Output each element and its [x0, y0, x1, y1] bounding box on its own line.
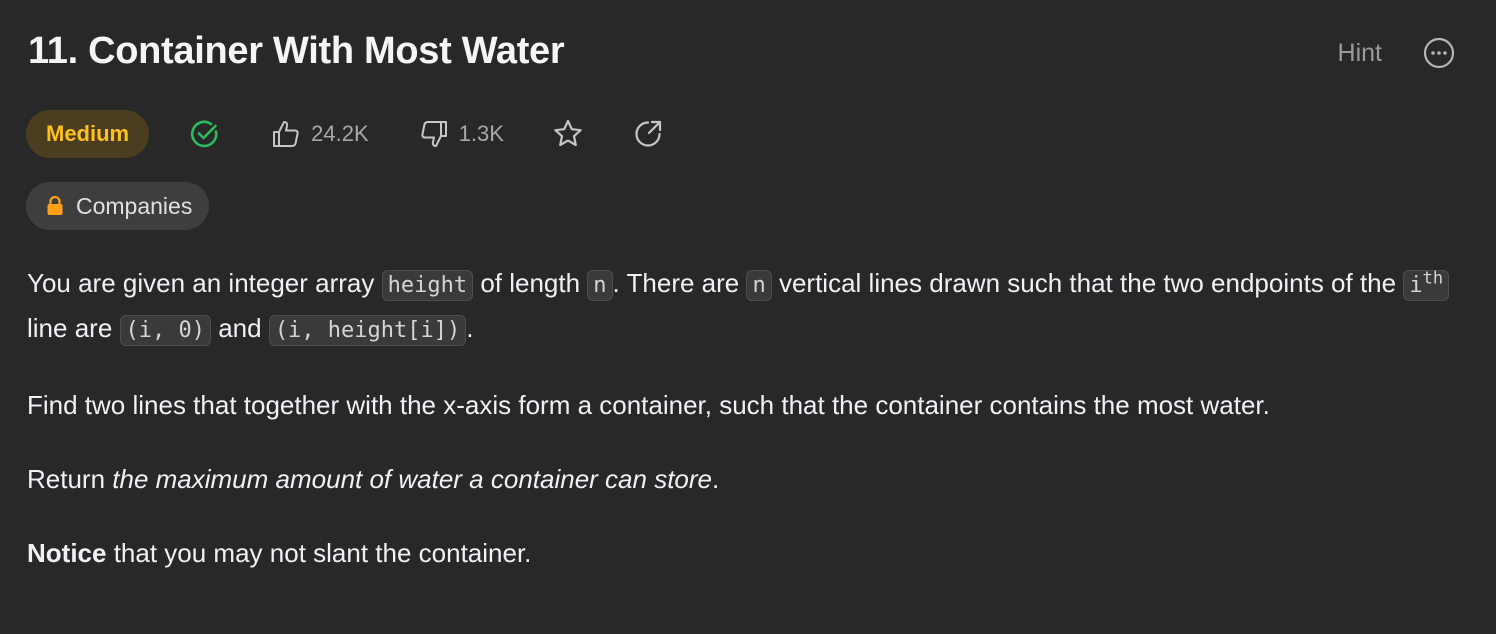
text-span: Return: [27, 464, 113, 494]
code-point-1: (i, 0): [119, 315, 211, 346]
more-icon[interactable]: [1422, 36, 1456, 70]
description-paragraph-1: You are given an integer array height of…: [27, 262, 1467, 352]
thumbs-up-icon: [273, 121, 299, 147]
code-height: height: [381, 270, 474, 301]
share-icon[interactable]: [632, 118, 664, 150]
problem-description-panel: 11. Container With Most Water Hint Mediu…: [0, 0, 1496, 634]
text-span: vertical lines drawn such that the two e…: [771, 268, 1404, 298]
difficulty-badge: Medium: [26, 110, 150, 158]
lock-icon: [47, 196, 63, 215]
description-paragraph-4: Notice that you may not slant the contai…: [27, 532, 1467, 574]
text-span: .: [712, 464, 720, 494]
star-icon[interactable]: [552, 118, 584, 150]
companies-tag[interactable]: Companies: [26, 182, 210, 230]
strong-text: Notice: [27, 538, 107, 568]
like-button[interactable]: 24.2K: [271, 119, 369, 149]
code-i: i: [1409, 273, 1423, 298]
text-span: line are: [27, 313, 120, 343]
code-n: n: [746, 270, 772, 301]
text-span: You are given an integer array: [27, 268, 382, 298]
superscript-th: th: [1422, 268, 1444, 289]
text-span: .: [466, 313, 474, 343]
dislike-button[interactable]: 1.3K: [419, 119, 504, 149]
thumbs-down-icon: [421, 121, 447, 147]
code-point-2: (i, height[i]): [268, 315, 467, 346]
code-ith: ith: [1403, 268, 1450, 301]
companies-label: Companies: [76, 192, 193, 219]
text-span: and: [210, 313, 269, 343]
text-span: . There are: [612, 268, 747, 298]
header-actions: Hint: [1338, 36, 1456, 70]
code-n: n: [587, 270, 613, 301]
emphasis-text: the maximum amount of water a container …: [112, 464, 712, 494]
problem-description: You are given an integer array height of…: [27, 262, 1467, 574]
text-span: that you may not slant the container.: [106, 538, 532, 568]
description-paragraph-3: Return the maximum amount of water a con…: [27, 458, 1467, 500]
problem-meta-row: Medium 24.2K 1.3K: [26, 110, 664, 158]
solved-check-icon: [189, 118, 221, 150]
hint-button[interactable]: Hint: [1338, 39, 1382, 68]
like-count: 24.2K: [311, 121, 369, 146]
dislike-count: 1.3K: [458, 121, 504, 146]
problem-title: 11. Container With Most Water: [28, 30, 565, 72]
text-span: of length: [473, 268, 588, 298]
description-paragraph-2: Find two lines that together with the x-…: [27, 390, 1270, 420]
